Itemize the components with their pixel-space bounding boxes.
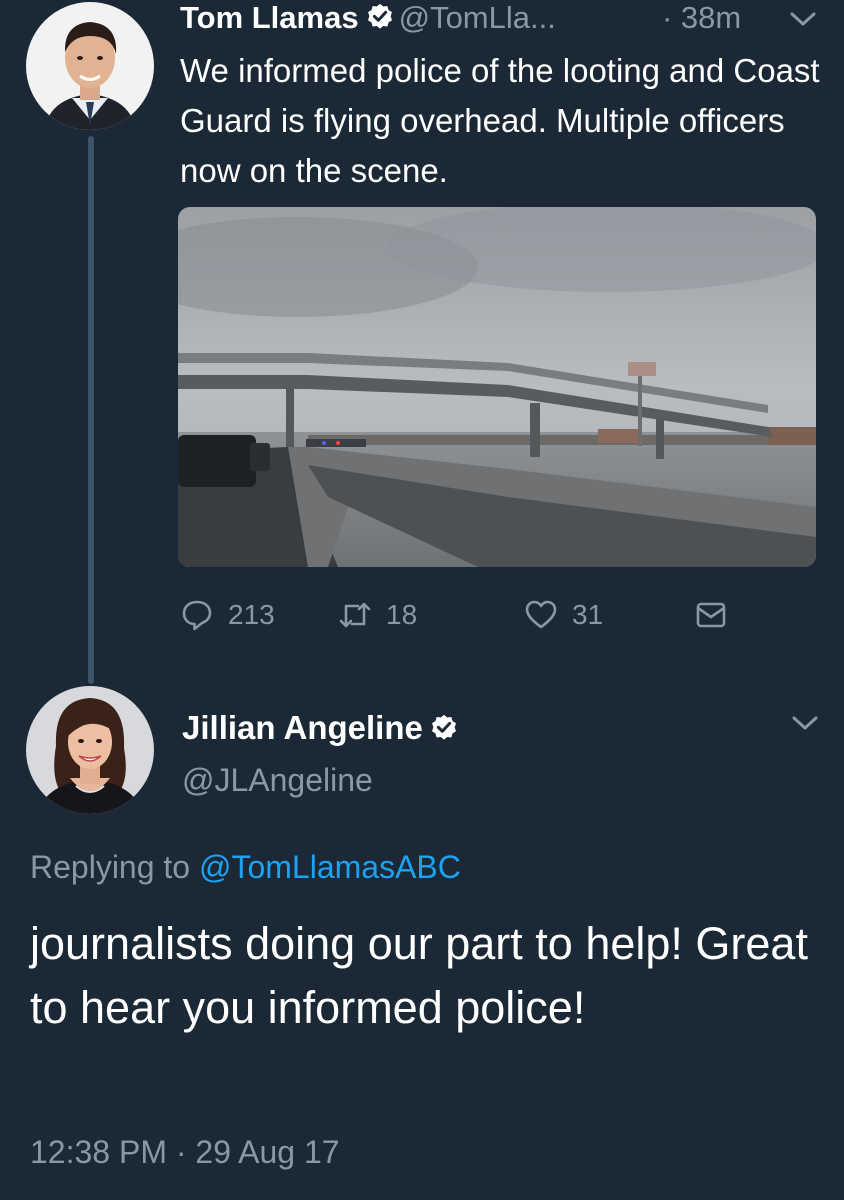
replying-to-mention-link[interactable]: @TomLlamasABC bbox=[199, 849, 461, 885]
author-handle[interactable]: @JLAngeline bbox=[182, 760, 373, 800]
retweet-button[interactable]: 18 bbox=[338, 592, 417, 638]
retweet-icon bbox=[339, 602, 371, 628]
avatar[interactable] bbox=[26, 2, 154, 130]
verified-badge-icon bbox=[367, 3, 392, 29]
like-count: 31 bbox=[572, 599, 604, 630]
tweet-text: We informed police of the looting and Co… bbox=[180, 52, 820, 189]
replying-to-line: Replying to @TomLlamasABC bbox=[30, 845, 461, 889]
tweet-action-bar: 213 18 31 bbox=[0, 592, 844, 638]
tweet-time[interactable]: · 38m bbox=[662, 0, 741, 36]
replying-to-label: Replying to bbox=[30, 849, 191, 885]
tweet-timestamp[interactable]: 12:38 PM · 29 Aug 17 bbox=[30, 1130, 340, 1174]
author-name[interactable]: Jillian Angeline bbox=[182, 709, 423, 746]
chevron-down-icon[interactable] bbox=[790, 712, 820, 734]
reply-button[interactable]: 213 bbox=[180, 592, 275, 638]
direct-message-icon bbox=[696, 602, 726, 628]
like-heart-icon bbox=[525, 600, 557, 629]
reply-icon bbox=[182, 600, 212, 631]
verified-badge-icon bbox=[431, 714, 456, 740]
tweet-header: Tom Llamas @TomLla... · 38m bbox=[180, 0, 820, 38]
like-button[interactable]: 31 bbox=[524, 592, 603, 638]
avatar[interactable] bbox=[26, 686, 154, 814]
author-name[interactable]: Tom Llamas bbox=[180, 0, 359, 35]
tweet-header: Jillian Angeline bbox=[182, 708, 463, 748]
retweet-count: 18 bbox=[386, 599, 418, 630]
reply-count: 213 bbox=[228, 599, 275, 630]
chevron-down-icon[interactable] bbox=[788, 8, 818, 30]
author-handle[interactable]: @TomLla... bbox=[399, 0, 556, 35]
direct-message-button[interactable] bbox=[694, 592, 728, 638]
tweet-photo[interactable] bbox=[178, 207, 816, 567]
tweet-text: journalists doing our part to help! Grea… bbox=[30, 918, 808, 1033]
